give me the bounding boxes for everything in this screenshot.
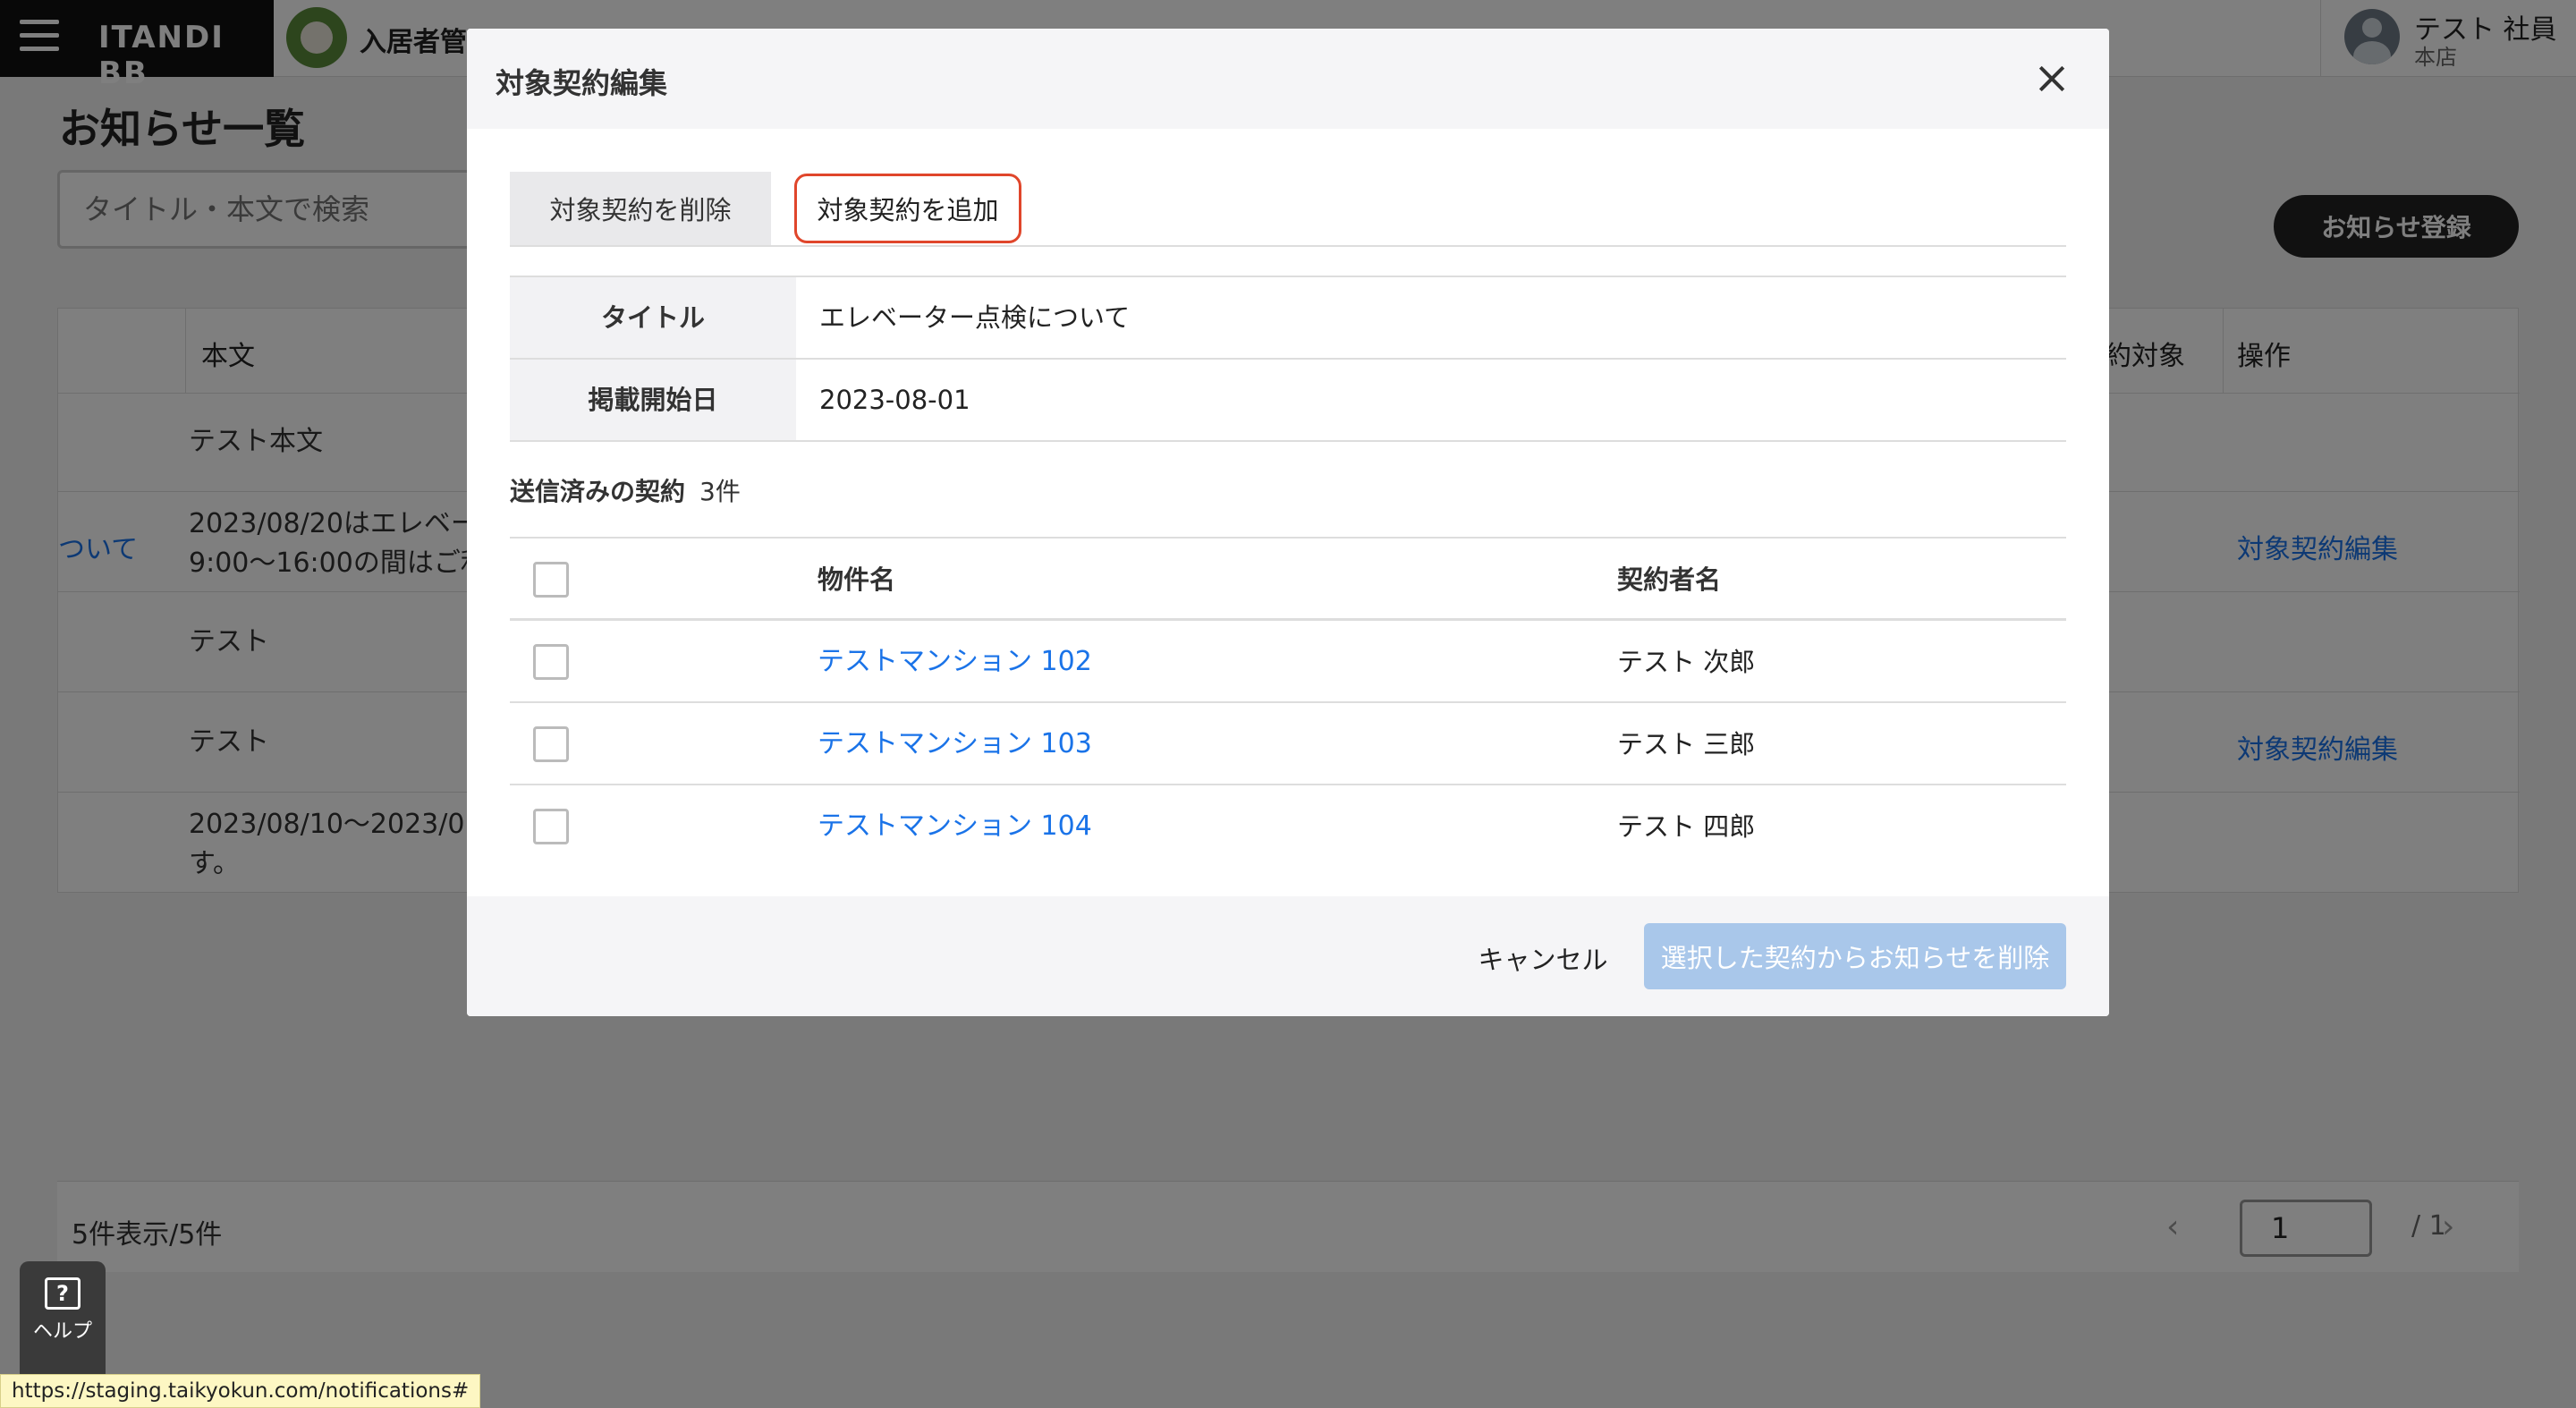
contractor-name: テスト 四郎 [1617, 811, 1756, 842]
row-checkbox[interactable] [533, 726, 569, 762]
info-row-title: タイトル エレベーター点検について [510, 277, 2066, 360]
property-link[interactable]: テストマンション 103 [818, 703, 1092, 785]
info-value: エレベーター点検について [819, 302, 1131, 333]
property-link[interactable]: テストマンション 104 [818, 785, 1092, 868]
sent-contracts-label: 送信済みの契約 [510, 477, 686, 506]
info-value: 2023-08-01 [819, 385, 970, 415]
close-icon[interactable] [2034, 61, 2070, 97]
table-row: テストマンション 102 テスト 次郎 [510, 621, 2066, 703]
help-question-icon: ? [45, 1277, 80, 1310]
help-label: ヘルプ [32, 1320, 92, 1343]
table-row: テストマンション 103 テスト 三郎 [510, 703, 2066, 785]
contracts-table: 物件名 契約者名 テストマンション 102 テスト 次郎 テストマンション 10… [510, 537, 2066, 868]
info-label: 掲載開始日 [510, 360, 796, 440]
contractor-name: テスト 三郎 [1617, 729, 1756, 759]
info-label: タイトル [510, 277, 796, 358]
info-row-start-date: 掲載開始日 2023-08-01 [510, 360, 2066, 442]
modal-footer: キャンセル 選択した契約からお知らせを削除 [467, 896, 2109, 1016]
column-header-contractor: 契約者名 [1617, 564, 1722, 595]
cancel-button[interactable]: キャンセル [1449, 929, 1637, 988]
edit-target-contracts-modal: 対象契約編集 対象契約を削除 対象契約を追加 タイトル エレベーター点検について… [467, 29, 2109, 1016]
status-bar-url: https://staging.taikyokun.com/notificati… [0, 1374, 481, 1408]
row-checkbox[interactable] [533, 809, 569, 844]
table-row: テストマンション 104 テスト 四郎 [510, 785, 2066, 868]
table-header-row: 物件名 契約者名 [510, 539, 2066, 621]
remove-notice-from-selected-button[interactable]: 選択した契約からお知らせを削除 [1644, 923, 2066, 989]
select-all-checkbox[interactable] [533, 562, 569, 598]
sent-contracts-count: 3件 [699, 477, 741, 506]
tab-add-contracts[interactable]: 対象契約を追加 [794, 174, 1021, 243]
column-header-property: 物件名 [818, 564, 896, 595]
help-widget[interactable]: ? ヘルプ [20, 1261, 106, 1387]
row-checkbox[interactable] [533, 644, 569, 680]
notice-info-table: タイトル エレベーター点検について 掲載開始日 2023-08-01 [510, 276, 2066, 442]
modal-header: 対象契約編集 [467, 29, 2109, 129]
modal-title: 対象契約編集 [496, 66, 668, 100]
property-link[interactable]: テストマンション 102 [818, 621, 1092, 703]
contractor-name: テスト 次郎 [1617, 647, 1756, 677]
tab-delete-contracts[interactable]: 対象契約を削除 [510, 172, 771, 245]
modal-tabs: 対象契約を削除 対象契約を追加 [510, 172, 2066, 247]
